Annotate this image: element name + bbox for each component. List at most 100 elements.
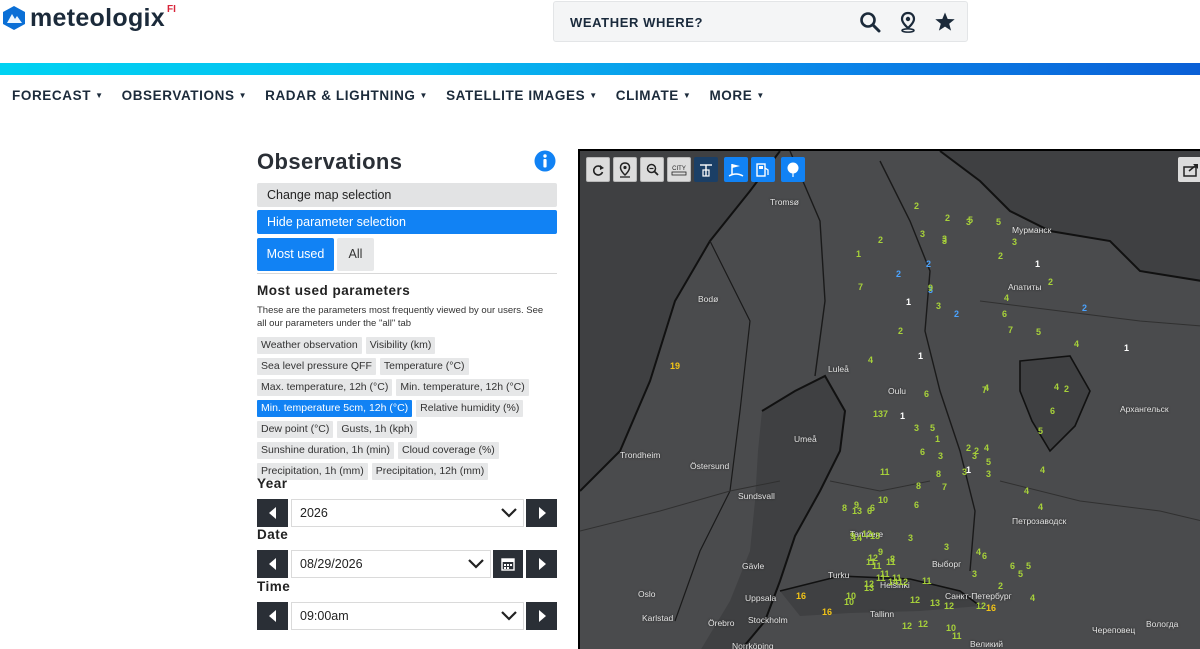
- city-labels-button[interactable]: CITY: [667, 157, 691, 182]
- observation-value[interactable]: 1: [856, 249, 861, 259]
- observation-value[interactable]: 2: [998, 581, 1003, 591]
- nav-more[interactable]: MORE ▼: [709, 88, 764, 103]
- observation-value[interactable]: 2: [945, 213, 950, 223]
- year-select[interactable]: 2026: [291, 499, 524, 527]
- nav-observations[interactable]: OBSERVATIONS ▼: [122, 88, 248, 103]
- observation-value[interactable]: 2: [1082, 303, 1087, 313]
- nav-radar-lightning[interactable]: RADAR & LIGHTNING ▼: [265, 88, 428, 103]
- observation-value[interactable]: 2: [974, 446, 979, 456]
- parameter-chip[interactable]: Weather observation: [257, 337, 362, 354]
- observation-value[interactable]: 16: [986, 603, 996, 613]
- export-button[interactable]: [1178, 157, 1200, 182]
- observation-value[interactable]: 4: [1030, 593, 1035, 603]
- observation-value[interactable]: 7: [858, 282, 863, 292]
- observation-value[interactable]: 1: [1035, 259, 1040, 269]
- observation-value[interactable]: 12: [898, 577, 908, 587]
- observation-value[interactable]: 8: [936, 469, 941, 479]
- parameter-chip[interactable]: Precipitation, 12h (mm): [371, 463, 489, 480]
- observation-value[interactable]: 4: [1040, 465, 1045, 475]
- observation-value[interactable]: 11: [922, 576, 932, 586]
- observation-value[interactable]: 2: [966, 443, 971, 453]
- observation-value[interactable]: 3: [1012, 237, 1017, 247]
- observation-value[interactable]: 1: [906, 297, 911, 307]
- observation-value[interactable]: 2: [878, 235, 883, 245]
- observation-value[interactable]: 9: [850, 531, 855, 541]
- location-pin-icon[interactable]: [897, 11, 919, 33]
- zoom-button[interactable]: [640, 157, 664, 182]
- observation-value[interactable]: 12: [944, 601, 954, 611]
- observation-value[interactable]: 7: [942, 482, 947, 492]
- observation-value[interactable]: 3: [986, 469, 991, 479]
- observation-value[interactable]: 4: [984, 443, 989, 453]
- year-prev-button[interactable]: [257, 499, 288, 527]
- star-icon[interactable]: [934, 11, 956, 33]
- observation-value[interactable]: 3: [966, 217, 971, 227]
- search-icon[interactable]: [859, 11, 881, 33]
- observation-value[interactable]: 4: [868, 355, 873, 365]
- balloon-button[interactable]: [781, 157, 805, 182]
- station-button[interactable]: [694, 157, 718, 182]
- observation-value[interactable]: 12: [902, 621, 912, 631]
- observation-value[interactable]: 9: [928, 283, 933, 293]
- info-icon[interactable]: [534, 150, 556, 172]
- observation-value[interactable]: 12: [862, 529, 872, 539]
- observation-value[interactable]: 10: [878, 495, 888, 505]
- hide-parameter-selection-button[interactable]: Hide parameter selection: [257, 210, 557, 234]
- nav-climate[interactable]: CLIMATE ▼: [616, 88, 692, 103]
- observation-value[interactable]: 2: [1048, 277, 1053, 287]
- nav-forecast[interactable]: FORECAST ▼: [12, 88, 104, 103]
- parameter-chip[interactable]: Dew point (°C): [257, 421, 334, 438]
- observation-value[interactable]: 8: [916, 481, 921, 491]
- observation-value[interactable]: 6: [870, 503, 875, 513]
- parameter-chip[interactable]: Cloud coverage (%): [398, 442, 499, 459]
- time-next-button[interactable]: [526, 602, 557, 630]
- observation-value[interactable]: 5: [1026, 561, 1031, 571]
- tab-most-used[interactable]: Most used: [257, 238, 334, 271]
- observation-value[interactable]: 6: [914, 500, 919, 510]
- observation-value[interactable]: 5: [1036, 327, 1041, 337]
- fuel-station-button[interactable]: [751, 157, 775, 182]
- observation-value[interactable]: 11: [876, 573, 886, 583]
- observation-value[interactable]: 4: [1004, 293, 1009, 303]
- parameter-chip[interactable]: Relative humidity (%): [416, 400, 524, 417]
- weather-search-box[interactable]: WEATHER WHERE?: [553, 1, 968, 42]
- observation-value[interactable]: 6: [924, 389, 929, 399]
- year-next-button[interactable]: [526, 499, 557, 527]
- date-select[interactable]: 08/29/2026: [291, 550, 491, 578]
- observation-value[interactable]: 6: [1010, 561, 1015, 571]
- observation-value[interactable]: 6: [920, 447, 925, 457]
- observation-value[interactable]: 5: [996, 217, 1001, 227]
- observation-value[interactable]: 1: [900, 411, 905, 421]
- observation-value[interactable]: 3: [920, 229, 925, 239]
- observation-value[interactable]: 2: [914, 201, 919, 211]
- parameter-chip[interactable]: Temperature (°C): [379, 358, 469, 375]
- observation-value[interactable]: 5: [986, 457, 991, 467]
- refresh-button[interactable]: [586, 157, 610, 182]
- observation-value[interactable]: 10: [846, 591, 856, 601]
- observation-value[interactable]: 4: [1074, 339, 1079, 349]
- parameter-chip[interactable]: Sea level pressure QFF: [257, 358, 376, 375]
- observation-value[interactable]: 3: [972, 569, 977, 579]
- parameter-chip[interactable]: Min. temperature, 12h (°C): [396, 379, 529, 396]
- observation-value[interactable]: 12: [910, 595, 920, 605]
- observation-value[interactable]: 2: [898, 326, 903, 336]
- parameter-chip[interactable]: Visibility (km): [365, 337, 436, 354]
- date-next-button[interactable]: [526, 550, 557, 578]
- observation-value[interactable]: 1: [966, 465, 971, 475]
- observation-value[interactable]: 16: [822, 607, 832, 617]
- observation-value[interactable]: 3: [914, 423, 919, 433]
- time-prev-button[interactable]: [257, 602, 288, 630]
- observation-value[interactable]: 2: [896, 269, 901, 279]
- observation-value[interactable]: 137: [873, 409, 888, 419]
- observation-value[interactable]: 4: [1054, 382, 1059, 392]
- parameter-chip[interactable]: Max. temperature, 12h (°C): [257, 379, 393, 396]
- observation-value[interactable]: 6: [1002, 309, 1007, 319]
- observation-value[interactable]: 4: [976, 547, 981, 557]
- observation-value[interactable]: 19: [670, 361, 680, 371]
- locate-button[interactable]: [613, 157, 637, 182]
- nav-satellite-images[interactable]: SATELLITE IMAGES ▼: [446, 88, 598, 103]
- observation-value[interactable]: 7: [1008, 325, 1013, 335]
- observation-value[interactable]: 11: [880, 467, 890, 477]
- observation-value[interactable]: 12: [918, 619, 928, 629]
- observation-value[interactable]: 11: [886, 557, 896, 567]
